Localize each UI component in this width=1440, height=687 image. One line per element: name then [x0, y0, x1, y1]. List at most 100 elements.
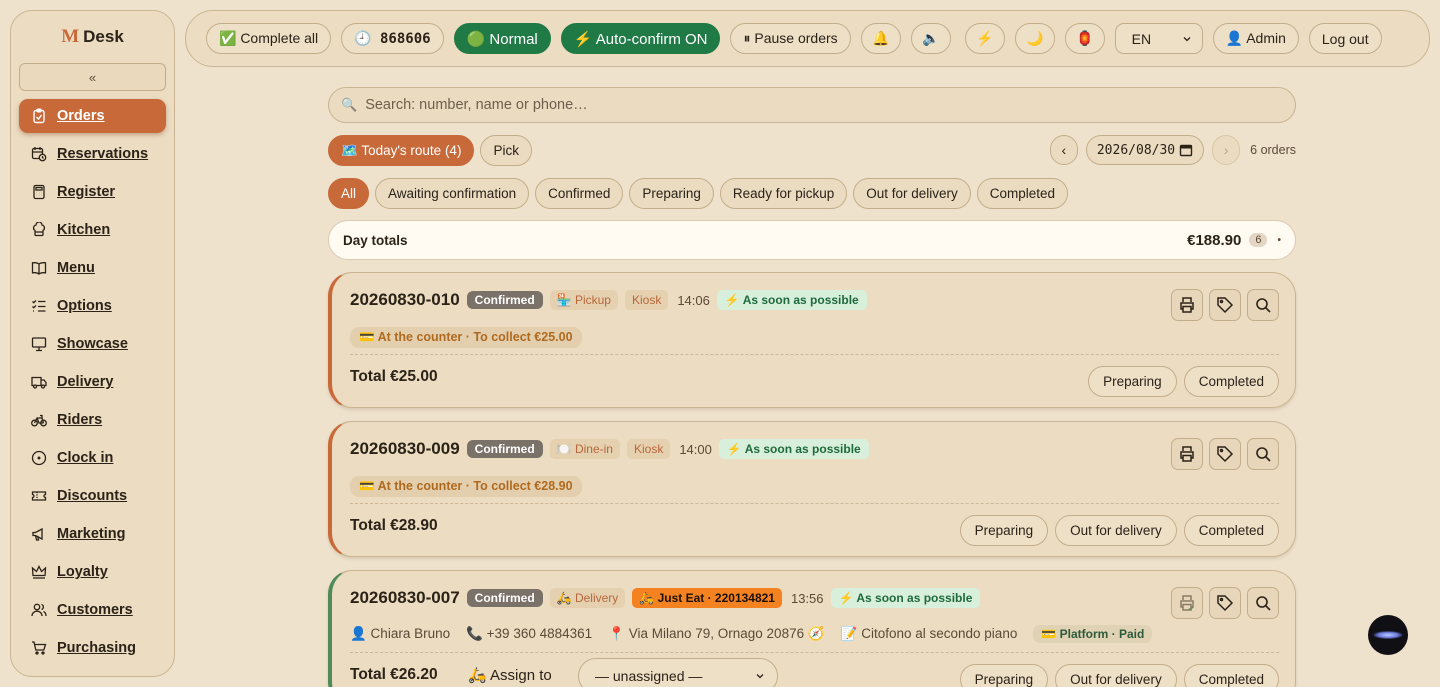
magnify-icon[interactable]	[1247, 587, 1279, 619]
sidebar-item-label: Clock in	[57, 450, 114, 466]
pos-code-button[interactable]: 🕘 868606	[341, 23, 444, 54]
day-totals-bar[interactable]: Day totals €188.90 6 •	[328, 220, 1296, 260]
lantern-icon[interactable]: 🏮	[1064, 23, 1105, 54]
users-icon	[31, 602, 47, 618]
filter-awaiting-confirmation[interactable]: Awaiting confirmation	[375, 178, 530, 209]
filter-confirmed[interactable]: Confirmed	[535, 178, 624, 209]
rider-select[interactable]: — unassigned —	[578, 658, 778, 687]
sidebar-item-label: Options	[57, 298, 112, 314]
sidebar-item-loyalty[interactable]: Loyalty	[19, 555, 166, 589]
sidebar-item-delivery[interactable]: Delivery	[19, 365, 166, 399]
speaker-icon[interactable]: 🔈	[910, 23, 951, 54]
filter-completed[interactable]: Completed	[976, 178, 1069, 209]
completed-button[interactable]: Completed	[1183, 366, 1279, 397]
sidebar-item-showcase[interactable]: Showcase	[19, 327, 166, 361]
out-for-delivery-button[interactable]: Out for delivery	[1055, 515, 1177, 546]
delivery-note: 📝 Citofono al secondo piano	[840, 626, 1018, 641]
preparing-button[interactable]: Preparing	[1088, 366, 1177, 397]
sidebar-item-clock-in[interactable]: Clock in	[19, 441, 166, 475]
checklist-icon	[31, 298, 47, 314]
logo-text: Desk	[83, 27, 124, 46]
asap-badge: ⚡ As soon as possible	[718, 439, 869, 459]
auto-confirm-toggle[interactable]: ⚡ Auto-confirm ON	[560, 23, 721, 54]
order-total: Total €28.90	[350, 517, 438, 534]
assistant-orb-button[interactable]	[1368, 615, 1408, 655]
logo-mark: M	[61, 26, 80, 47]
print-icon[interactable]	[1171, 289, 1203, 321]
channel-tag: Kiosk	[624, 290, 669, 310]
calendar-icon	[1179, 144, 1193, 157]
completed-button[interactable]: Completed	[1183, 664, 1279, 687]
sidebar-item-reservations[interactable]: Reservations	[19, 137, 166, 171]
collapse-sidebar-button[interactable]: «	[19, 63, 166, 91]
order-tools	[1171, 289, 1279, 321]
filter-out-for-delivery[interactable]: Out for delivery	[853, 178, 971, 209]
preparing-button[interactable]: Preparing	[959, 515, 1049, 546]
filter-all[interactable]: All	[328, 178, 370, 209]
sidebar-item-customers[interactable]: Customers	[19, 593, 166, 627]
sidebar-item-label: Riders	[57, 412, 103, 428]
chevron-down-icon	[1183, 36, 1191, 41]
sidebar-item-kitchen[interactable]: Kitchen	[19, 213, 166, 247]
day-totals-label: Day totals	[343, 232, 408, 248]
pause-orders-button[interactable]: ⏸ Pause orders	[730, 23, 851, 54]
order-actions: Preparing Completed	[1088, 366, 1279, 397]
logout-button[interactable]: Log out	[1308, 23, 1382, 54]
pick-button[interactable]: Pick	[480, 135, 532, 166]
sidebar-item-options[interactable]: Options	[19, 289, 166, 323]
print-icon[interactable]	[1171, 438, 1203, 470]
sidebar-item-purchasing[interactable]: Purchasing	[19, 631, 166, 665]
chevron-down-icon	[756, 674, 764, 679]
out-for-delivery-button[interactable]: Out for delivery	[1055, 664, 1177, 687]
prev-day-button[interactable]: ‹	[1049, 135, 1078, 165]
sidebar-item-label: Customers	[57, 602, 133, 618]
filter-ready-for-pickup[interactable]: Ready for pickup	[719, 178, 848, 209]
order-card[interactable]: 20260830-010 Confirmed 🏪 Pickup Kiosk 14…	[328, 272, 1296, 408]
sidebar: M Desk « Orders Reservations Register Ki…	[10, 10, 175, 677]
divider	[350, 503, 1279, 504]
order-card[interactable]: 20260830-009 Confirmed 🍽️ Dine-in Kiosk …	[328, 421, 1296, 557]
order-card[interactable]: 20260830-007 Confirmed 🛵 Delivery 🛵 Just…	[328, 570, 1296, 687]
sidebar-item-orders[interactable]: Orders	[19, 99, 166, 133]
bell-icon[interactable]: 🔔	[860, 23, 901, 54]
truck-icon	[31, 374, 47, 390]
sidebar-item-riders[interactable]: Riders	[19, 403, 166, 437]
sidebar-item-register[interactable]: Register	[19, 175, 166, 209]
sidebar-item-discounts[interactable]: Discounts	[19, 479, 166, 513]
order-type-tag: 🍽️ Dine-in	[549, 439, 620, 459]
complete-all-button[interactable]: ✅ Complete all	[206, 23, 332, 54]
preparing-button[interactable]: Preparing	[959, 664, 1049, 687]
tag-icon[interactable]	[1209, 289, 1241, 321]
language-select[interactable]: EN	[1114, 23, 1203, 54]
todays-route-button[interactable]: 🗺️ Today's route (4)	[328, 135, 475, 166]
lightning-icon[interactable]: ⚡	[964, 23, 1005, 54]
admin-user-button[interactable]: 👤 Admin	[1212, 23, 1299, 54]
customer-phone[interactable]: 📞 +39 360 4884361	[466, 626, 592, 642]
orders-count: 6 orders	[1250, 143, 1296, 157]
moon-icon[interactable]: 🌙	[1014, 23, 1055, 54]
sidebar-item-label: Register	[57, 184, 116, 200]
tag-icon[interactable]	[1209, 587, 1241, 619]
completed-button[interactable]: Completed	[1183, 515, 1279, 546]
magnify-icon[interactable]	[1247, 438, 1279, 470]
route-bar: 🗺️ Today's route (4) Pick	[328, 135, 532, 166]
search-input[interactable]: 🔍 Search: number, name or phone…	[328, 87, 1296, 123]
mode-normal-button[interactable]: 🟢 Normal	[453, 23, 551, 54]
magnify-icon[interactable]	[1247, 289, 1279, 321]
tag-icon[interactable]	[1209, 438, 1241, 470]
printed-icon[interactable]	[1171, 587, 1203, 619]
date-input[interactable]: 2026/08/30	[1085, 135, 1205, 165]
customer-address[interactable]: 📍 Via Milano 79, Ornago 20876 🧭	[608, 626, 825, 642]
filter-preparing[interactable]: Preparing	[629, 178, 714, 209]
sidebar-item-menu[interactable]: Menu	[19, 251, 166, 285]
divider	[350, 354, 1279, 355]
expand-dot-icon[interactable]: •	[1277, 235, 1281, 246]
cart-icon	[31, 640, 47, 656]
next-day-button[interactable]: ›	[1212, 135, 1241, 165]
sidebar-item-marketing[interactable]: Marketing	[19, 517, 166, 551]
payment-status-badge: 💳 Platform · Paid	[1033, 625, 1153, 643]
order-header: 20260830-009 Confirmed 🍽️ Dine-in Kiosk …	[350, 439, 869, 459]
status-filters: All Awaiting confirmation Confirmed Prep…	[328, 178, 1069, 209]
order-number: 20260830-010	[350, 290, 460, 309]
app-logo[interactable]: M Desk	[11, 11, 174, 63]
